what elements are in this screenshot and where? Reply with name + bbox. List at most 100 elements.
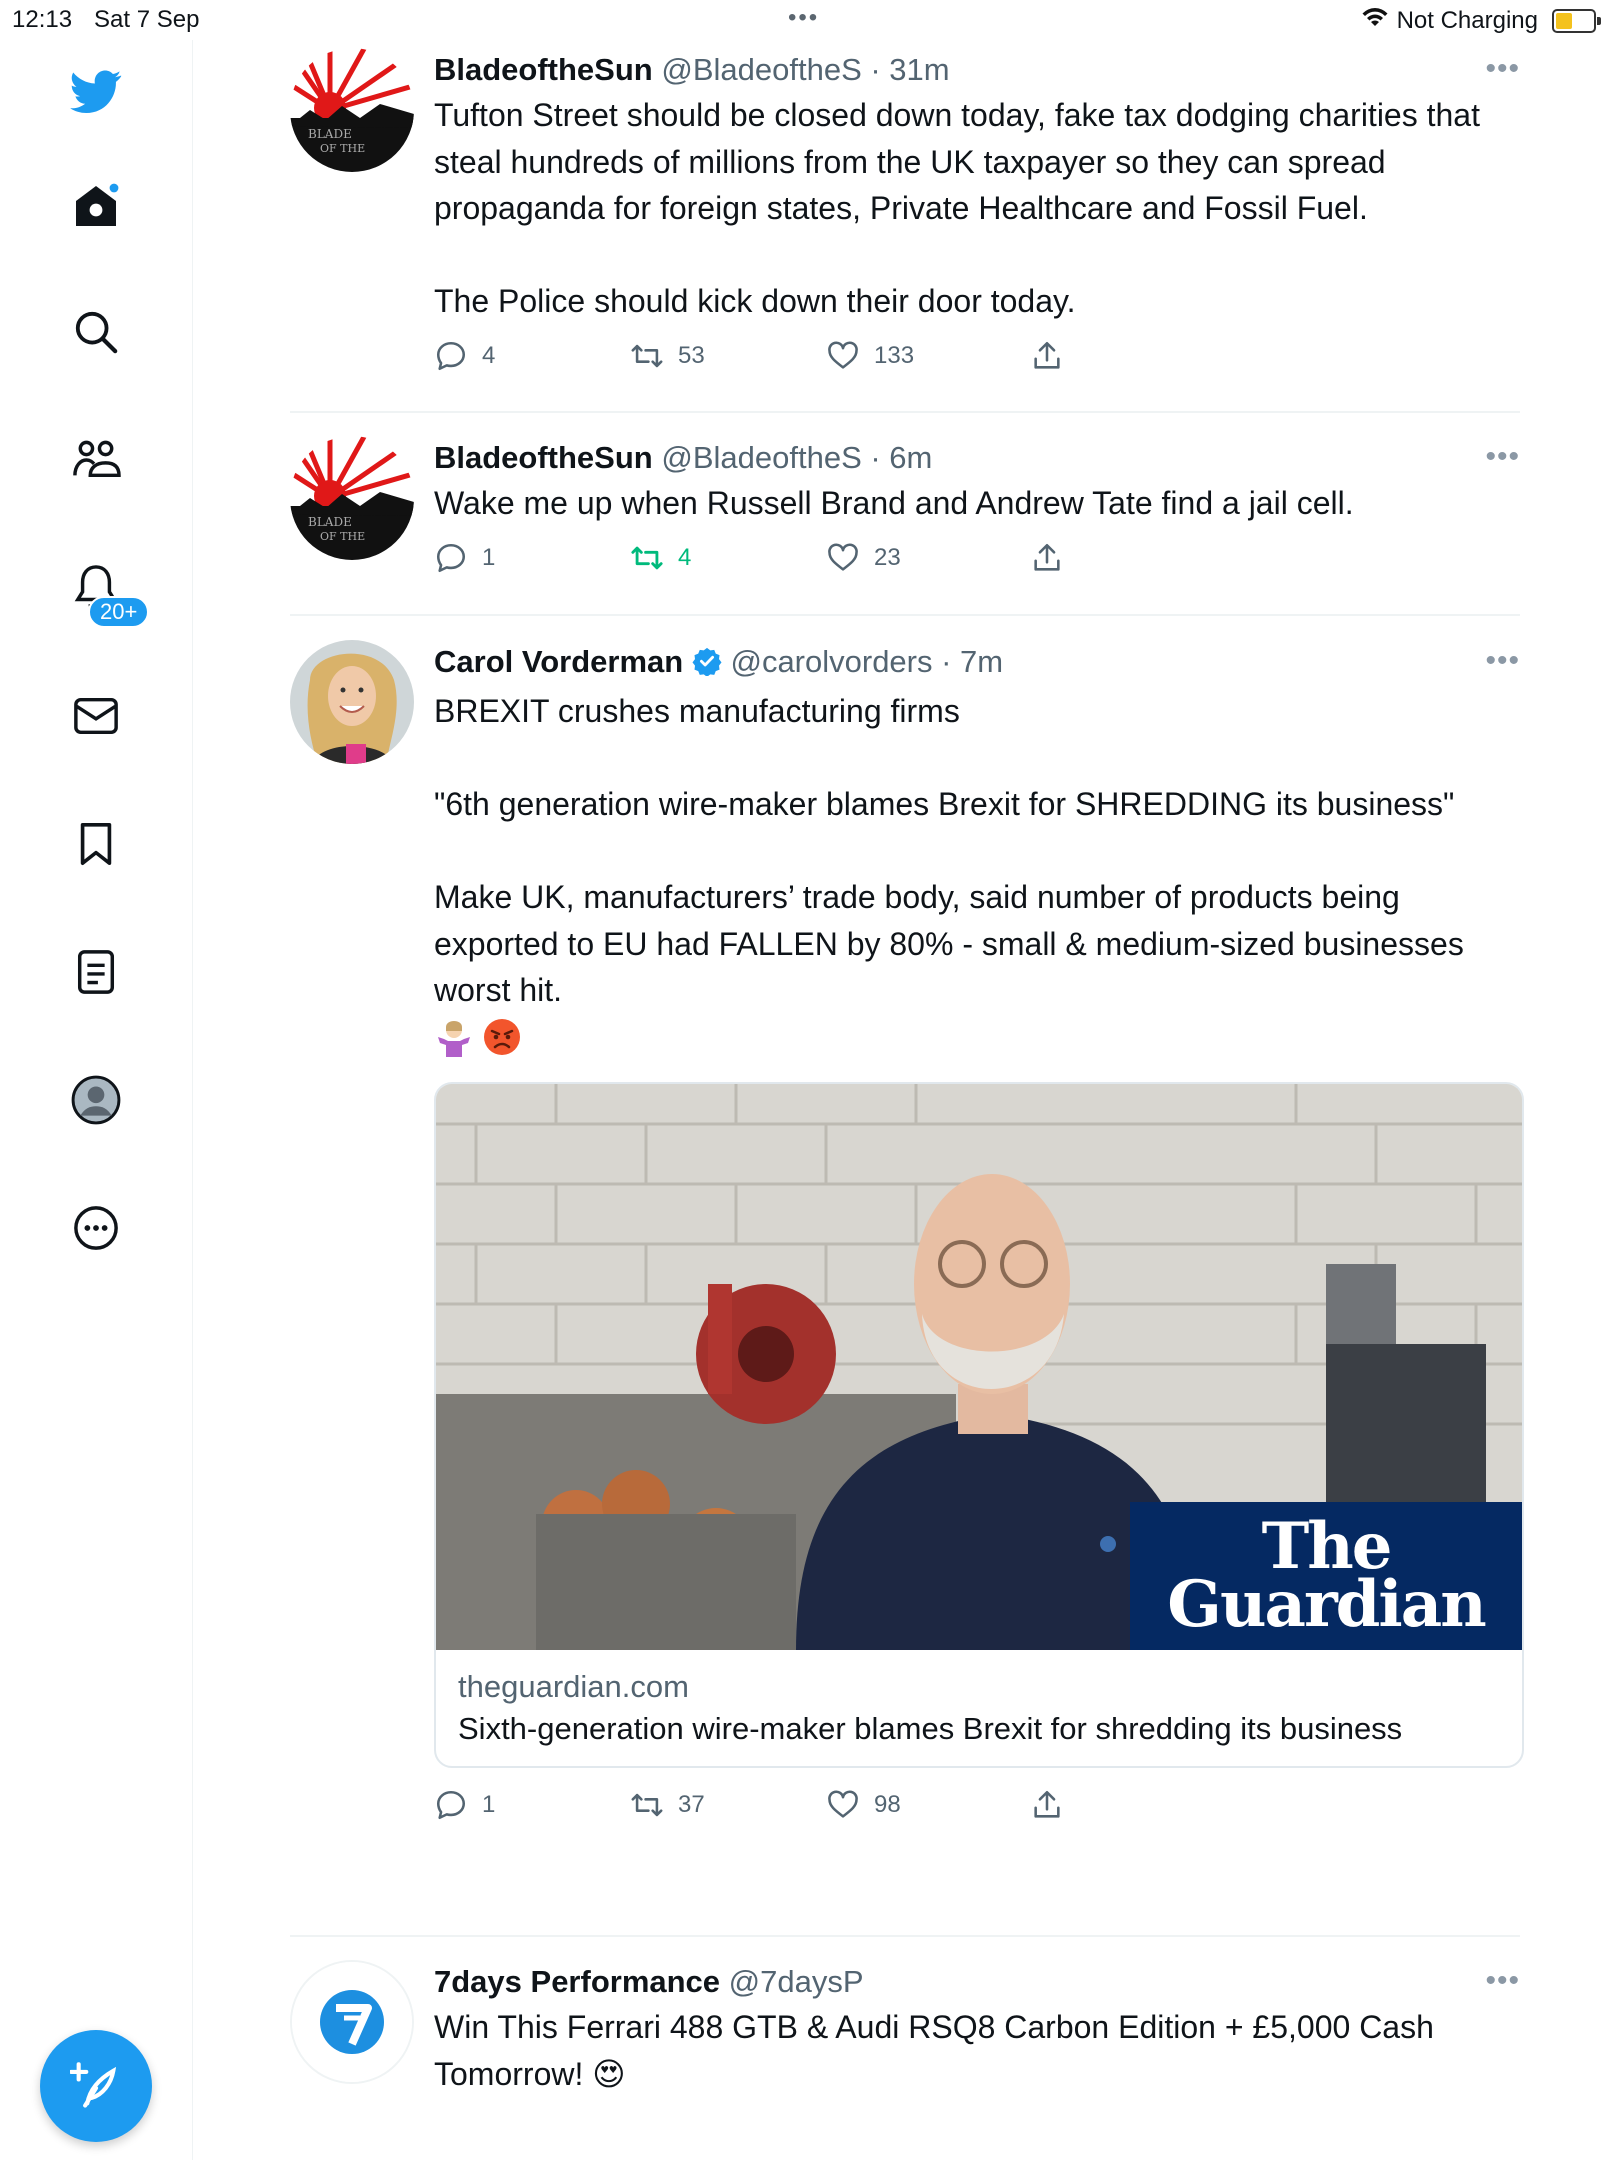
messages-icon[interactable] — [66, 686, 126, 746]
display-name[interactable]: BladeoftheSun — [434, 52, 653, 87]
reply-count: 4 — [482, 341, 496, 369]
retweet-icon — [631, 546, 663, 569]
display-name[interactable]: Carol Vorderman — [434, 644, 683, 679]
tweet-divider — [290, 1935, 1520, 1937]
twitter-logo-icon[interactable] — [66, 62, 126, 122]
home-icon[interactable] — [66, 176, 126, 236]
like-button[interactable]: 98 — [826, 1788, 901, 1822]
tweet-text: Tufton Street should be closed down toda… — [434, 97, 1480, 319]
status-time: 12:13 — [12, 6, 73, 33]
communities-icon[interactable] — [66, 430, 126, 490]
angry-face-emoji-icon — [482, 1017, 522, 1057]
tweet-text: Wake me up when Russell Brand and Andrew… — [434, 485, 1354, 521]
feather-plus-icon — [70, 2062, 117, 2108]
more-options-icon[interactable]: ••• — [1485, 52, 1520, 86]
timestamp[interactable]: · 7m — [941, 644, 1003, 679]
charging-status: Not Charging — [1396, 6, 1538, 34]
heart-icon — [828, 543, 858, 571]
user-handle[interactable]: @7daysP — [729, 1964, 864, 1999]
compose-tweet-button[interactable] — [40, 2030, 152, 2142]
retweet-icon — [631, 1793, 663, 1816]
avatar[interactable]: BLADE OF THE — [290, 48, 414, 172]
tweet-text: Win This Ferrari 488 GTB & Audi RSQ8 Car… — [434, 2009, 1443, 2092]
verified-badge-icon — [692, 644, 722, 688]
link-domain: theguardian.com — [458, 1668, 689, 1704]
reply-count: 1 — [482, 1790, 496, 1818]
user-handle[interactable]: @BladeoftheS — [661, 440, 861, 475]
share-button[interactable] — [1030, 339, 1064, 373]
tweet-header: 7days Performance @7daysP — [434, 1960, 1520, 2004]
link-card[interactable]: The Guardian theguardian.com Sixth-gener… — [434, 1081, 1524, 1768]
status-bar: 12:13 Sat 7 Sep ••• Not Charging — [0, 0, 1620, 40]
tweet-text: BREXIT crushes manufacturing firms "6th … — [434, 693, 1464, 1008]
reply-count: 1 — [482, 543, 496, 571]
svg-text:BLADE: BLADE — [308, 127, 352, 141]
svg-text:OF THE: OF THE — [320, 530, 365, 543]
emoji-row — [434, 1014, 1520, 1060]
avatar[interactable]: BLADE OF THE — [290, 436, 414, 560]
retweet-button[interactable]: 53 — [630, 339, 705, 373]
tweet-actions: 1 37 98 — [434, 1788, 1520, 1832]
shrug-emoji-icon — [434, 1017, 474, 1057]
share-icon — [1034, 543, 1060, 571]
more-options-icon[interactable]: ••• — [1485, 440, 1520, 474]
guardian-logo: The Guardian — [1130, 1501, 1522, 1650]
tweet-header: BladeoftheSun @BladeoftheS · 31m — [434, 48, 1520, 92]
reply-button[interactable]: 1 — [434, 541, 495, 575]
avatar[interactable] — [290, 1960, 414, 2084]
tweet-divider — [290, 411, 1520, 413]
more-options-icon[interactable]: ••• — [1485, 644, 1520, 678]
retweet-button[interactable]: 37 — [630, 1788, 705, 1822]
user-handle[interactable]: @carolvorders — [730, 644, 932, 679]
like-count: 133 — [874, 341, 915, 369]
notifications-badge: 20+ — [88, 596, 150, 628]
heart-icon — [828, 1790, 858, 1818]
link-card-meta: theguardian.com Sixth-generation wire-ma… — [436, 1650, 1522, 1766]
tweet-actions: 1 4 23 — [434, 541, 1520, 585]
search-icon[interactable] — [66, 302, 126, 362]
heart-icon — [828, 341, 858, 369]
avatar[interactable] — [290, 640, 414, 764]
tweet-header: BladeoftheSun @BladeoftheS · 6m — [434, 436, 1520, 480]
sidebar: 20+ — [0, 40, 193, 2160]
timestamp[interactable]: · 31m — [870, 52, 949, 87]
wifi-icon — [1361, 6, 1389, 35]
like-count: 23 — [874, 543, 901, 571]
reply-button[interactable]: 1 — [434, 1788, 495, 1822]
lists-icon[interactable] — [66, 942, 126, 1002]
user-handle[interactable]: @BladeoftheS — [661, 52, 861, 87]
link-card-image: The Guardian — [436, 1083, 1522, 1650]
reply-icon — [436, 1790, 466, 1819]
share-icon — [1034, 1790, 1060, 1818]
tweet-divider — [290, 614, 1520, 616]
retweet-count: 37 — [678, 1790, 705, 1818]
reply-icon — [436, 341, 466, 370]
status-date: Sat 7 Sep — [94, 6, 200, 33]
bookmarks-icon[interactable] — [66, 814, 126, 874]
display-name[interactable]: 7days Performance — [434, 1964, 720, 1999]
link-title: Sixth-generation wire-maker blames Brexi… — [458, 1710, 1403, 1746]
svg-text:BLADE: BLADE — [308, 515, 352, 529]
reply-button[interactable]: 4 — [434, 339, 495, 373]
retweet-count: 4 — [678, 543, 692, 571]
like-button[interactable]: 23 — [826, 541, 901, 575]
retweet-icon — [631, 344, 663, 367]
share-button[interactable] — [1030, 541, 1064, 575]
like-count: 98 — [874, 1790, 901, 1818]
display-name[interactable]: BladeoftheSun — [434, 440, 653, 475]
timestamp[interactable]: · 6m — [870, 440, 932, 475]
battery-icon — [1552, 8, 1601, 33]
multitasking-grabber[interactable]: ••• — [788, 4, 819, 32]
tweet-actions: 4 53 133 — [434, 339, 1520, 383]
more-options-icon[interactable]: ••• — [1485, 1964, 1520, 1998]
retweet-button[interactable]: 4 — [630, 541, 691, 575]
like-button[interactable]: 133 — [826, 339, 914, 373]
retweet-count: 53 — [678, 341, 705, 369]
tweet-header: Carol Vorderman @carolvorders · 7m — [434, 640, 1520, 688]
profile-icon[interactable] — [66, 1070, 126, 1130]
share-icon — [1034, 341, 1060, 369]
share-button[interactable] — [1030, 1788, 1064, 1822]
reply-icon — [436, 543, 466, 572]
svg-text:OF THE: OF THE — [320, 142, 365, 155]
more-icon[interactable] — [66, 1198, 126, 1258]
